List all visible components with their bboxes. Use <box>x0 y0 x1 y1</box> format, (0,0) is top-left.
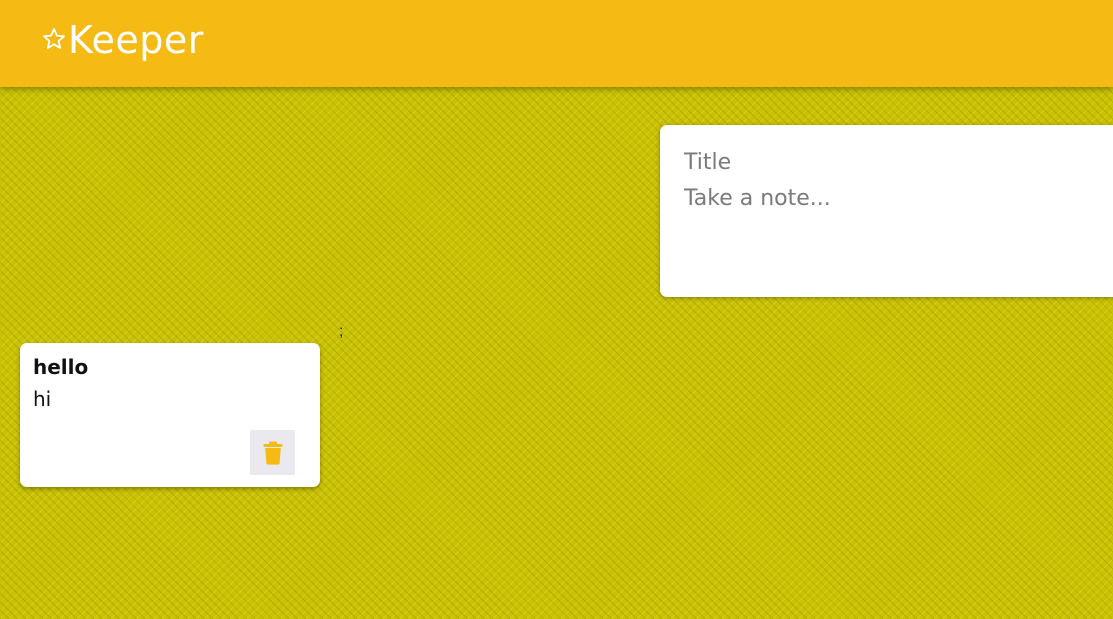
note-title: hello <box>33 355 89 379</box>
note-content-input[interactable] <box>684 186 1084 266</box>
star-icon <box>43 27 65 49</box>
note-content: hi <box>33 387 52 411</box>
note-card: hello hi <box>20 343 320 487</box>
create-note-form <box>660 125 1113 297</box>
trash-icon <box>263 441 282 465</box>
delete-note-button[interactable] <box>250 430 295 475</box>
stray-text: ; <box>339 323 344 340</box>
app-header: Keeper <box>0 0 1113 87</box>
note-title-input[interactable] <box>684 147 1084 177</box>
app-title: Keeper <box>68 17 204 62</box>
